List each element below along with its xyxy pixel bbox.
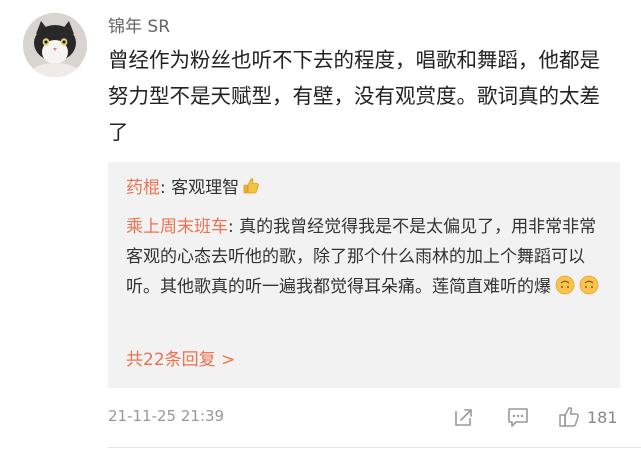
reply-text: 客观理智 [171, 178, 240, 198]
reply-item: 药棍: 客观理智 [126, 173, 606, 205]
post-footer: 21-11-25 21:39 181 [108, 405, 620, 429]
thumbs-up-emoji-icon [242, 175, 260, 205]
post-divider [108, 447, 641, 448]
like-count: 181 [587, 407, 618, 427]
reply-item: 乘上周末班车: 真的我曾经觉得我是不是太偏见了，用非常非常客观的心态去听他的歌，… [126, 212, 606, 305]
reply-separator: : [228, 217, 240, 237]
reply-author-name[interactable]: 药棍 [126, 178, 160, 198]
upside-down-face-emoji-icon [579, 275, 599, 305]
thumbs-up-icon [559, 407, 579, 427]
post-author-name[interactable]: 锦年 SR [108, 15, 170, 39]
share-button[interactable] [453, 405, 475, 429]
upside-down-face-emoji-icon [555, 275, 575, 305]
reply-separator: : [160, 178, 172, 198]
share-icon [455, 409, 472, 426]
reply-preview-box[interactable]: 药棍: 客观理智 乘上周末班车: 真的我曾经觉得我是不是太偏见了，用非常非常客观… [108, 162, 620, 388]
cat-avatar-icon [23, 13, 87, 77]
view-all-replies-link[interactable]: 共22条回复 > [126, 348, 235, 372]
like-button[interactable]: 181 [557, 405, 618, 429]
post-text: 曾经作为粉丝也听不下去的程度，唱歌和舞蹈，他都是努力型不是天赋型，有壁，没有观赏… [108, 48, 600, 144]
comment-icon [508, 408, 528, 427]
comment-button[interactable] [506, 405, 530, 429]
reply-author-name[interactable]: 乘上周末班车 [126, 217, 228, 237]
avatar[interactable] [23, 13, 87, 77]
post-timestamp: 21-11-25 21:39 [108, 407, 225, 425]
